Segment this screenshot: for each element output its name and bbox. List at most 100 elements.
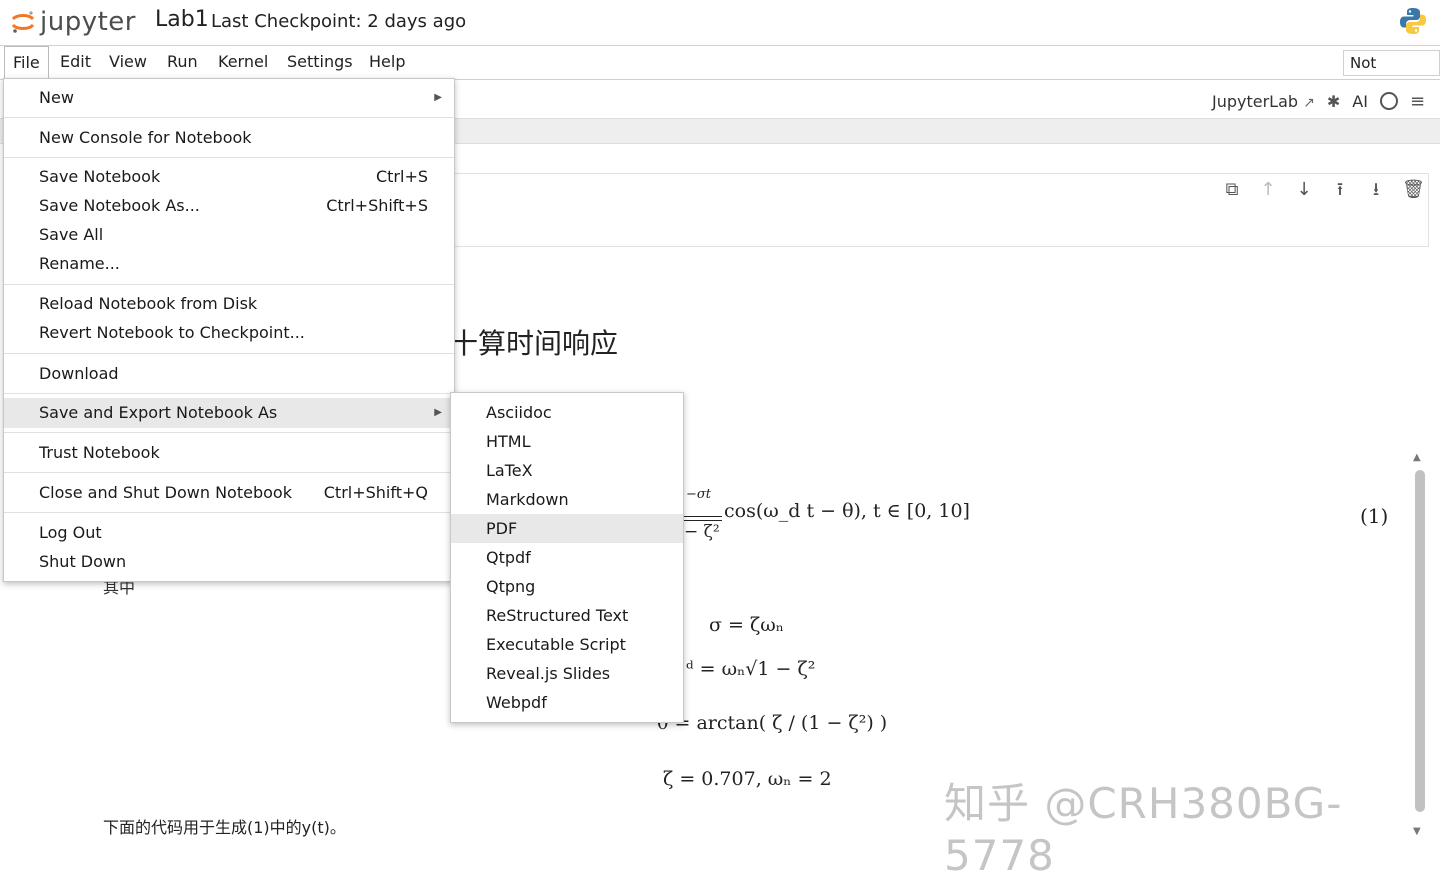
export-item-revealjs-slides[interactable]: Reveal.js Slides [451,659,683,688]
submenu-arrow-icon: ▶ [434,407,442,418]
export-item-restructured-text[interactable]: ReStructured Text [451,601,683,630]
insert-below-icon[interactable]: ⭳ [1366,180,1386,200]
equation-theta: θ = arctan( ζ / (1 − ζ²) ) [657,712,888,734]
watermark: 知乎 @CRH380BG-5778 [944,779,1343,880]
menu-item-label: Save and Export Notebook As [39,403,278,422]
export-item-pdf[interactable]: PDF [451,514,683,543]
equation-zeta: ζ = 0.707, ωₙ = 2 [663,768,832,790]
menu-separator [4,117,454,118]
export-item-executable-script[interactable]: Executable Script [451,630,683,659]
menu-item-save-as[interactable]: Save Notebook As... Ctrl+Shift+S [4,191,454,220]
menu-item-label: Revert Notebook to Checkpoint... [39,323,305,342]
menu-item-label: Save All [39,225,104,244]
scrollbar-thumb[interactable] [1415,470,1425,812]
menu-item-close-shutdown[interactable]: Close and Shut Down Notebook Ctrl+Shift+… [4,478,454,507]
menu-item-save-export[interactable]: Save and Export Notebook As ▶ [4,398,454,428]
external-link-icon: ↗ [1303,94,1315,111]
menu-item-new[interactable]: New ▶ [4,83,454,112]
menu-item-label: Trust Notebook [39,443,160,462]
markdown-paragraph: 下面的代码用于生成(1)中的y(t)。 [103,818,346,837]
jupyter-logo-icon [10,9,36,35]
export-item-qtpdf[interactable]: Qtpdf [451,543,683,572]
submenu-arrow-icon: ▶ [434,92,442,103]
menu-item-download[interactable]: Download [4,359,454,388]
menu-item-rename[interactable]: Rename... [4,249,454,278]
menu-item-label: Download [39,364,119,383]
export-item-markdown[interactable]: Markdown [451,485,683,514]
fraction-bar [684,516,722,521]
delete-cell-icon[interactable]: 🗑 [1402,180,1425,200]
equation-exponent: −σt [686,487,711,502]
menu-item-label: Log Out [39,523,102,542]
menu-view[interactable]: View [101,46,155,78]
open-jupyterlab-button[interactable]: JupyterLab ↗ [1212,92,1315,111]
jupyter-wordmark: jupyter [40,7,136,37]
menu-help[interactable]: Help [361,46,413,78]
file-menu: New ▶ New Console for Notebook Save Note… [3,78,455,582]
menu-hamburger-icon[interactable]: ≡ [1410,91,1425,112]
menu-item-save-notebook[interactable]: Save Notebook Ctrl+S [4,162,454,191]
menu-item-new-console[interactable]: New Console for Notebook [4,123,454,152]
export-item-label: Executable Script [486,635,626,654]
menu-item-revert[interactable]: Revert Notebook to Checkpoint... [4,318,454,347]
menu-item-log-out[interactable]: Log Out [4,518,454,547]
move-down-icon[interactable]: ↓ [1294,180,1314,200]
menu-file[interactable]: File [4,46,49,80]
ai-label[interactable]: AI [1352,92,1368,111]
checkpoint-status: Last Checkpoint: 2 days ago [211,11,467,32]
python-logo-icon [1398,6,1428,36]
menu-separator [4,393,454,394]
export-item-html[interactable]: HTML [451,427,683,456]
menu-separator [4,284,454,285]
export-item-latex[interactable]: LaTeX [451,456,683,485]
shortcut-label: Ctrl+S [375,167,428,186]
export-item-label: HTML [486,432,531,451]
equation-main: cos(ω_d t − θ), t ∈ [0, 10] [724,500,970,522]
menu-settings[interactable]: Settings [279,46,361,78]
equation-denominator: − ζ² [684,522,720,542]
export-item-label: Webpdf [486,693,547,712]
jupyterlab-label: JupyterLab [1212,91,1299,111]
menu-item-label: Reload Notebook from Disk [39,294,258,313]
menu-separator [4,157,454,158]
menu-kernel[interactable]: Kernel [210,46,276,78]
insert-above-icon[interactable]: ⭱ [1330,180,1350,200]
menu-item-label: Shut Down [39,552,127,571]
export-item-label: ReStructured Text [486,606,629,625]
menu-separator [4,472,454,473]
move-up-icon[interactable]: ↑ [1258,180,1278,200]
menu-separator [4,432,454,433]
export-item-asciidoc[interactable]: Asciidoc [451,398,683,427]
export-submenu: Asciidoc HTML LaTeX Markdown PDF Qtpdf Q… [450,392,684,723]
menu-item-save-all[interactable]: Save All [4,220,454,249]
menu-item-reload[interactable]: Reload Notebook from Disk [4,289,454,318]
duplicate-cell-icon[interactable]: ⧉ [1222,180,1242,200]
debugger-bug-icon[interactable]: ✱ [1327,92,1340,111]
toolbar-right-group: JupyterLab ↗ ✱ AI ≡ [1212,88,1425,114]
equation-omega: ᵈ = ωₙ√1 − ζ² [686,658,816,680]
scroll-up-arrow-icon[interactable]: ▲ [1413,452,1421,463]
shortcut-label: Ctrl+Shift+S [326,196,428,215]
menu-separator [4,353,454,354]
export-item-webpdf[interactable]: Webpdf [451,688,683,717]
shortcut-label: Ctrl+Shift+Q [323,483,428,502]
trust-status-button[interactable]: Not Trusted [1343,50,1440,96]
menu-run[interactable]: Run [159,46,206,78]
export-item-label: LaTeX [486,461,533,480]
export-item-label: PDF [486,519,518,538]
menu-edit[interactable]: Edit [52,46,99,78]
export-item-label: Markdown [486,490,569,509]
menu-item-label: New Console for Notebook [39,128,252,147]
scroll-down-arrow-icon[interactable]: ▼ [1413,826,1421,837]
markdown-heading: 十算时间响应 [450,327,619,360]
export-item-label: Reveal.js Slides [486,664,611,683]
menu-item-label: Save Notebook [39,167,161,186]
jupyter-logo[interactable]: jupyter [10,4,135,40]
menu-item-trust[interactable]: Trust Notebook [4,438,454,467]
notebook-title[interactable]: Lab1 [155,7,209,32]
export-item-qtpng[interactable]: Qtpng [451,572,683,601]
menu-item-shut-down[interactable]: Shut Down [4,547,454,576]
menu-item-label: Save Notebook As... [39,196,200,215]
export-item-label: Qtpng [486,577,536,596]
equation-number: (1) [1360,504,1389,528]
